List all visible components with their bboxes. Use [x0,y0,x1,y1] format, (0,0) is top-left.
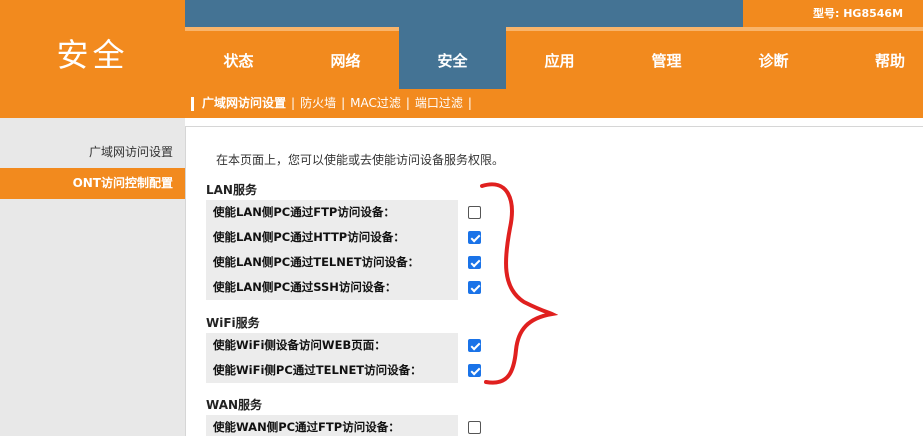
nav-tab-network[interactable]: 网络 [292,27,399,89]
nav-tab-security[interactable]: 安全 [399,27,506,89]
service-row: 使能LAN侧PC通过HTTP访问设备： [206,225,642,250]
service-row: 使能WAN侧PC通过FTP访问设备： [206,415,642,436]
sidebar: 广域网访问设置 ONT访问控制配置 [0,118,185,436]
intro-text: 在本页面上，您可以使能或去使能访问设备服务权限。 [216,153,505,167]
subnav-separator: | [341,96,346,110]
service-row: 使能WiFi侧设备访问WEB页面： [206,333,642,358]
sidebar-item-ont-access-control[interactable]: ONT访问控制配置 [0,168,185,199]
service-label: 使能LAN侧PC通过SSH访问设备： [206,275,458,300]
subnav-mac-filter[interactable]: MAC过滤 [350,96,401,110]
nav-tab-management[interactable]: 管理 [613,27,720,89]
main-nav: 状态 网络 安全 应用 管理 诊断 帮助 [185,27,923,89]
nav-tab-diagnosis[interactable]: 诊断 [720,27,827,89]
brace-stroke [480,182,558,385]
subnav-marker [191,96,194,111]
service-row: 使能LAN侧PC通过TELNET访问设备： [206,250,642,275]
page-brand-title: 安全 [56,36,129,74]
service-label: 使能WAN侧PC通过FTP访问设备： [206,415,458,436]
service-label: 使能LAN侧PC通过HTTP访问设备： [206,225,458,250]
subnav-port-filter[interactable]: 端口过滤 [415,96,463,110]
subnav-separator: | [291,96,296,110]
model-label: 型号: HG8546M [743,0,923,27]
nav-tab-status[interactable]: 状态 [185,27,292,89]
header-brand-area: 安全 [0,0,185,118]
section-title-lan: LAN服务 [206,183,257,197]
service-label: 使能WiFi侧设备访问WEB页面： [206,333,458,358]
subnav-separator: | [405,96,410,110]
service-row: 使能LAN侧PC通过SSH访问设备： [206,275,642,300]
service-row: 使能WiFi侧PC通过TELNET访问设备： [206,358,642,383]
service-label: 使能WiFi侧PC通过TELNET访问设备： [206,358,458,383]
sidebar-item-wan-access[interactable]: 广域网访问设置 [0,136,185,168]
wan-ftp-checkbox[interactable] [468,421,481,434]
nav-tab-application[interactable]: 应用 [506,27,613,89]
sub-nav: 广域网访问设置 | 防火墙 | MAC过滤 | 端口过滤 | [185,89,923,118]
service-label: 使能LAN侧PC通过FTP访问设备： [206,200,458,225]
subnav-wan-access[interactable]: 广域网访问设置 [202,96,286,110]
top-bar: 型号: HG8546M [185,0,923,27]
nav-tab-help[interactable]: 帮助 [827,27,923,89]
service-row: 使能LAN侧PC通过FTP访问设备： [206,200,642,225]
section-title-wifi: WiFi服务 [206,316,260,330]
red-brace-annotation [480,182,558,385]
section-title-wan: WAN服务 [206,398,263,412]
service-label: 使能LAN侧PC通过TELNET访问设备： [206,250,458,275]
subnav-firewall[interactable]: 防火墙 [300,96,336,110]
subnav-separator: | [467,96,472,110]
